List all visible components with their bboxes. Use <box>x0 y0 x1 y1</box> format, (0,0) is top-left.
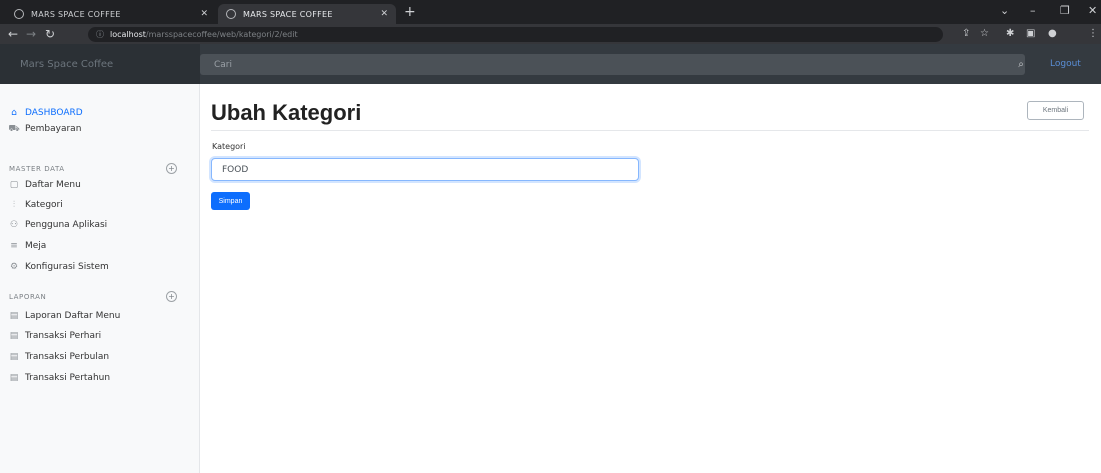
sidebar-item-konfigurasi-sistem[interactable]: ⚙ Konfigurasi Sistem <box>9 262 109 272</box>
sidebar-item-daftar-menu[interactable]: ▢ Daftar Menu <box>9 180 81 190</box>
plus-circle-icon[interactable]: + <box>166 163 177 174</box>
globe-icon <box>226 9 236 19</box>
browser-tab-strip: MARS SPACE COFFEE ✕ MARS SPACE COFFEE ✕ … <box>0 0 1101 24</box>
sidebar-item-label: Transaksi Perhari <box>25 331 102 341</box>
app-navbar: Mars Space Coffee Cari ⌕ Logout <box>0 44 1101 84</box>
url-host: localhost <box>110 30 146 39</box>
document-icon: ▤ <box>9 373 19 383</box>
window-close-icon[interactable]: ✕ <box>1088 5 1097 17</box>
tab-title: MARS SPACE COFFEE <box>31 9 121 19</box>
document-icon: ▤ <box>9 311 19 321</box>
bookmark-star-icon[interactable]: ☆ <box>980 28 989 40</box>
share-icon[interactable]: ⇪ <box>962 28 970 40</box>
search-icon[interactable]: ⌕ <box>1012 54 1030 75</box>
sidebar-item-label: Konfigurasi Sistem <box>25 262 109 272</box>
page-title: Ubah Kategori <box>211 100 362 125</box>
home-icon: ⌂ <box>11 108 17 118</box>
sidebar-item-dashboard[interactable]: ⌂ DASHBOARD <box>9 108 83 118</box>
close-icon[interactable]: ✕ <box>200 9 208 19</box>
sidepanel-icon[interactable]: ▣ <box>1026 28 1035 40</box>
browser-toolbar: ← → ↻ ⓘ localhost /marsspacecoffee/web/k… <box>0 24 1101 44</box>
sidebar-item-transaksi-pertahun[interactable]: ▤ Transaksi Pertahun <box>9 373 110 383</box>
tab-search-icon[interactable]: ⌄ <box>1000 5 1009 17</box>
sidebar-item-label: Daftar Menu <box>25 180 81 190</box>
sidebar-item-label: Pengguna Aplikasi <box>25 220 108 230</box>
url-path: /marsspacecoffee/web/kategori/2/edit <box>145 30 298 39</box>
kategori-label: Kategori <box>212 142 246 151</box>
browser-tab-active[interactable]: MARS SPACE COFFEE ✕ <box>218 4 396 24</box>
document-icon: ▤ <box>9 352 19 362</box>
forward-arrow-icon[interactable]: → <box>26 27 36 41</box>
sidebar-heading-laporan: LAPORAN <box>9 293 47 301</box>
layers-icon: ≡ <box>10 241 18 251</box>
bar-chart-icon: ⫶ <box>12 200 16 210</box>
extensions-icon[interactable]: ✱ <box>1006 28 1014 40</box>
sidebar-item-pembayaran[interactable]: ⛟ Pembayaran <box>8 123 82 135</box>
sidebar-item-transaksi-perbulan[interactable]: ▤ Transaksi Perbulan <box>9 352 109 362</box>
sidebar-item-label: Pembayaran <box>25 124 82 134</box>
sidebar-item-transaksi-perhari[interactable]: ▤ Transaksi Perhari <box>9 331 101 341</box>
back-button[interactable]: Kembali <box>1027 101 1084 120</box>
sidebar-item-kategori[interactable]: ⫶ Kategori <box>9 200 63 210</box>
gear-icon: ⚙ <box>9 262 19 272</box>
users-icon: ⚇ <box>9 220 19 230</box>
logout-link[interactable]: Logout <box>1050 44 1081 84</box>
menu-kebab-icon[interactable]: ⋮ <box>1088 28 1098 40</box>
sidebar-item-label: Transaksi Perbulan <box>25 352 110 362</box>
sidebar-item-label: DASHBOARD <box>25 108 83 118</box>
back-arrow-icon[interactable]: ← <box>8 27 18 41</box>
sidebar-item-label: Kategori <box>25 200 63 210</box>
new-tab-button[interactable]: + <box>404 5 416 19</box>
file-icon: ▢ <box>9 180 19 190</box>
search-input[interactable]: Cari <box>200 54 1025 75</box>
info-icon[interactable]: ⓘ <box>96 29 104 40</box>
brand-link[interactable]: Mars Space Coffee <box>0 44 200 84</box>
title-divider <box>211 130 1089 131</box>
sidebar-item-meja[interactable]: ≡ Meja <box>9 241 46 251</box>
sidebar: ⌂ DASHBOARD ⛟ Pembayaran MASTER DATA + ▢… <box>0 84 200 473</box>
sidebar-heading-master-data: MASTER DATA <box>9 165 65 173</box>
close-icon[interactable]: ✕ <box>380 9 388 19</box>
browser-tab[interactable]: MARS SPACE COFFEE ✕ <box>6 4 216 24</box>
save-button[interactable]: Simpan <box>211 192 250 210</box>
cart-icon: ⛟ <box>8 123 20 134</box>
sidebar-item-laporan-daftar-menu[interactable]: ▤ Laporan Daftar Menu <box>9 311 121 321</box>
profile-icon[interactable]: ● <box>1048 28 1057 40</box>
globe-icon <box>14 9 24 19</box>
sidebar-item-label: Laporan Daftar Menu <box>25 311 121 321</box>
sidebar-item-label: Transaksi Pertahun <box>25 373 111 383</box>
maximize-icon[interactable]: ❐ <box>1060 5 1070 17</box>
document-icon: ▤ <box>9 331 19 341</box>
reload-icon[interactable]: ↻ <box>45 27 55 41</box>
tab-title: MARS SPACE COFFEE <box>243 9 333 19</box>
sidebar-item-pengguna-aplikasi[interactable]: ⚇ Pengguna Aplikasi <box>9 220 107 230</box>
minimize-icon[interactable]: – <box>1030 5 1036 17</box>
address-bar[interactable]: ⓘ localhost /marsspacecoffee/web/kategor… <box>88 27 943 42</box>
plus-circle-icon[interactable]: + <box>166 291 177 302</box>
sidebar-item-label: Meja <box>25 241 47 251</box>
kategori-input[interactable] <box>211 158 639 181</box>
